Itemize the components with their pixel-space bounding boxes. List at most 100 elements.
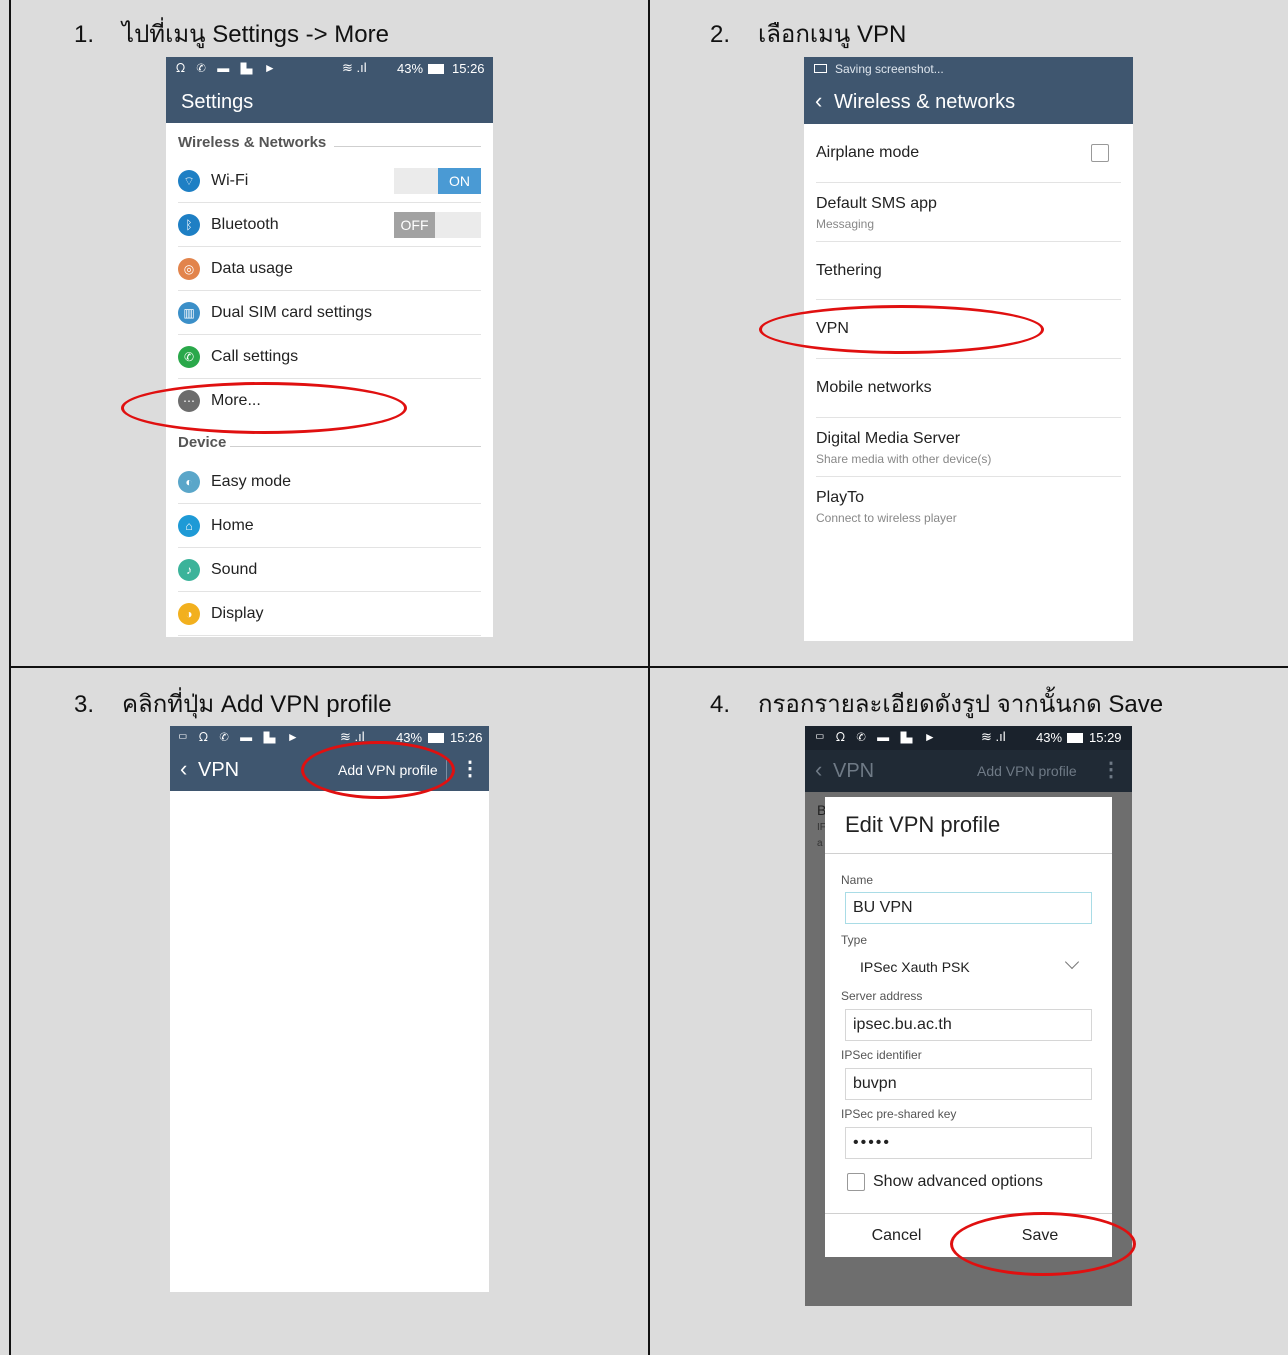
name-input[interactable]: BU VPN — [845, 892, 1092, 924]
list-item-playto[interactable]: PlayTo Connect to wireless player — [816, 477, 1121, 536]
list-item-airplane-mode[interactable]: Airplane mode — [816, 124, 1121, 183]
settings-item-label: Bluetooth — [211, 216, 279, 233]
status-bar: ᘯ ✆ ▬ ▙ ► ≋ .ıl 43% 15:26 — [166, 57, 493, 81]
battery-icon — [428, 733, 444, 743]
clock: 15:29 — [1089, 730, 1122, 745]
add-vpn-profile-button: Add VPN profile — [977, 763, 1077, 779]
page-title: VPN — [198, 759, 240, 781]
action-bar-dimmed: ‹ VPN Add VPN profile ⋮ — [805, 750, 1132, 792]
show-advanced-option[interactable]: Show advanced options — [847, 1171, 1087, 1193]
page-title: VPN — [833, 760, 875, 782]
ipsec-identifier-label: IPSec identifier — [841, 1048, 922, 1062]
dialog-title-divider — [825, 853, 1112, 854]
grid-divider-horizontal — [9, 666, 1288, 668]
save-button[interactable]: Save — [968, 1214, 1112, 1257]
action-bar: ‹ VPN Add VPN profile ⋮ — [170, 750, 489, 791]
step-2-text: เลือกเมนู VPN — [758, 21, 907, 48]
wifi-icon: ⌔ — [178, 170, 200, 192]
section-divider — [230, 446, 481, 447]
toggle-on-label: ON — [438, 168, 481, 194]
status-bar: ▭ ᘯ ✆ ▬ ▙ ► ≋ .ıl 43% 15:29 — [805, 726, 1132, 750]
settings-item-bluetooth[interactable]: ᛒ Bluetooth OFF — [178, 203, 481, 247]
status-bar: ▭ ᘯ ✆ ▬ ▙ ► ≋ .ıl 43% 15:26 — [170, 726, 489, 750]
bluetooth-icon: ᛒ — [178, 214, 200, 236]
step-4-text: กรอกรายละเอียดดังรูป จากนั้นกด Save — [758, 691, 1164, 718]
settings-item-label: Easy mode — [211, 473, 292, 490]
settings-item-sound[interactable]: ♪ Sound — [178, 548, 481, 592]
bluetooth-toggle[interactable]: OFF — [394, 212, 481, 238]
wifi-signal-icon: ≋ .ıl — [981, 729, 1006, 744]
page-title: Settings — [181, 91, 254, 113]
list-item-title: Tethering — [816, 262, 882, 279]
easy-mode-icon: ◐ — [178, 471, 200, 493]
airplane-mode-checkbox[interactable] — [1091, 144, 1109, 162]
list-item-title: PlayTo — [816, 489, 865, 506]
step-2-title: 2. เลือกเมนู VPN — [710, 14, 906, 53]
ipsec-identifier-input[interactable]: buvpn — [845, 1068, 1092, 1100]
overflow-menu-icon: ⋮ — [1101, 759, 1121, 781]
screenshot-wireless-networks: Saving screenshot... ‹ Wireless & networ… — [804, 57, 1133, 641]
data-usage-icon: ◎ — [178, 258, 200, 280]
settings-item-label: Dual SIM card settings — [211, 304, 372, 321]
settings-item-label: Home — [211, 517, 254, 534]
type-select[interactable]: IPSec Xauth PSK — [845, 953, 1092, 983]
status-bar: Saving screenshot... — [804, 57, 1133, 81]
add-vpn-profile-button[interactable]: Add VPN profile — [338, 762, 438, 778]
list-item-mobile-networks[interactable]: Mobile networks — [816, 359, 1121, 418]
list-item-subtitle: Connect to wireless player — [816, 511, 957, 525]
action-bar: ‹ Wireless & networks — [804, 81, 1133, 124]
step-3-text: คลิกที่ปุ่ม Add VPN profile — [122, 691, 392, 718]
show-advanced-checkbox[interactable] — [847, 1173, 865, 1191]
battery-icon — [428, 64, 444, 74]
back-chevron-icon[interactable]: ‹ — [180, 758, 187, 780]
background-text: a — [817, 838, 823, 849]
list-item-default-sms[interactable]: Default SMS app Messaging — [816, 183, 1121, 242]
type-select-value: IPSec Xauth PSK — [860, 959, 970, 975]
section-divider — [334, 146, 481, 147]
step-2-number: 2. — [710, 21, 731, 48]
settings-item-more[interactable]: ⋯ More... — [178, 379, 481, 423]
home-icon: ⌂ — [178, 515, 200, 537]
divider — [446, 760, 447, 782]
settings-item-display[interactable]: ◑ Display — [178, 592, 481, 636]
list-item-digital-media-server[interactable]: Digital Media Server Share media with ot… — [816, 418, 1121, 477]
server-address-label: Server address — [841, 989, 923, 1003]
cancel-button[interactable]: Cancel — [825, 1214, 968, 1257]
step-1-title: 1. ไปที่เมนู Settings -> More — [74, 14, 389, 53]
grid-divider-vertical — [648, 0, 650, 1355]
screenshot-edit-vpn-profile: ▭ ᘯ ✆ ▬ ▙ ► ≋ .ıl 43% 15:29 ‹ VPN Add VP… — [805, 726, 1132, 1306]
overflow-menu-icon[interactable]: ⋮ — [460, 758, 480, 780]
ipsec-psk-input[interactable]: ••••• — [845, 1127, 1092, 1159]
back-chevron-icon[interactable]: ‹ — [815, 90, 822, 112]
list-item-title: Digital Media Server — [816, 430, 961, 447]
battery-percent: 43% — [397, 61, 424, 76]
section-header-device: Device — [178, 434, 227, 451]
chevron-down-icon — [1064, 954, 1080, 970]
settings-item-label: Display — [211, 605, 264, 622]
list-item-subtitle: Share media with other device(s) — [816, 452, 992, 466]
grid-border-left — [9, 0, 11, 1355]
display-icon: ◑ — [178, 603, 200, 625]
settings-item-home[interactable]: ⌂ Home — [178, 504, 481, 548]
settings-item-label: Wi-Fi — [211, 172, 249, 189]
sim-card-icon: ▥ — [178, 302, 200, 324]
phone-icon: ✆ — [178, 346, 200, 368]
ipsec-psk-label: IPSec pre-shared key — [841, 1107, 957, 1121]
list-item-vpn[interactable]: VPN — [816, 300, 1121, 359]
server-address-input[interactable]: ipsec.bu.ac.th — [845, 1009, 1092, 1041]
wifi-toggle[interactable]: ON — [394, 168, 481, 194]
settings-item-call[interactable]: ✆ Call settings — [178, 335, 481, 379]
settings-item-dual-sim[interactable]: ▥ Dual SIM card settings — [178, 291, 481, 335]
list-item-tethering[interactable]: Tethering — [816, 242, 1121, 300]
notification-icons: ᘯ ✆ ▬ ▙ ► — [176, 61, 280, 75]
list-item-title: Default SMS app — [816, 195, 937, 212]
settings-item-easy-mode[interactable]: ◐ Easy mode — [178, 460, 481, 504]
screenshot-icon — [814, 64, 827, 73]
settings-item-wifi[interactable]: ⌔ Wi-Fi ON — [178, 159, 481, 203]
clock: 15:26 — [452, 61, 485, 76]
list-item-title: VPN — [816, 320, 849, 337]
settings-item-data-usage[interactable]: ◎ Data usage — [178, 247, 481, 291]
clock: 15:26 — [450, 730, 483, 745]
battery-percent: 43% — [396, 730, 423, 745]
screenshot-settings: ᘯ ✆ ▬ ▙ ► ≋ .ıl 43% 15:26 Settings Wirel… — [166, 57, 493, 637]
